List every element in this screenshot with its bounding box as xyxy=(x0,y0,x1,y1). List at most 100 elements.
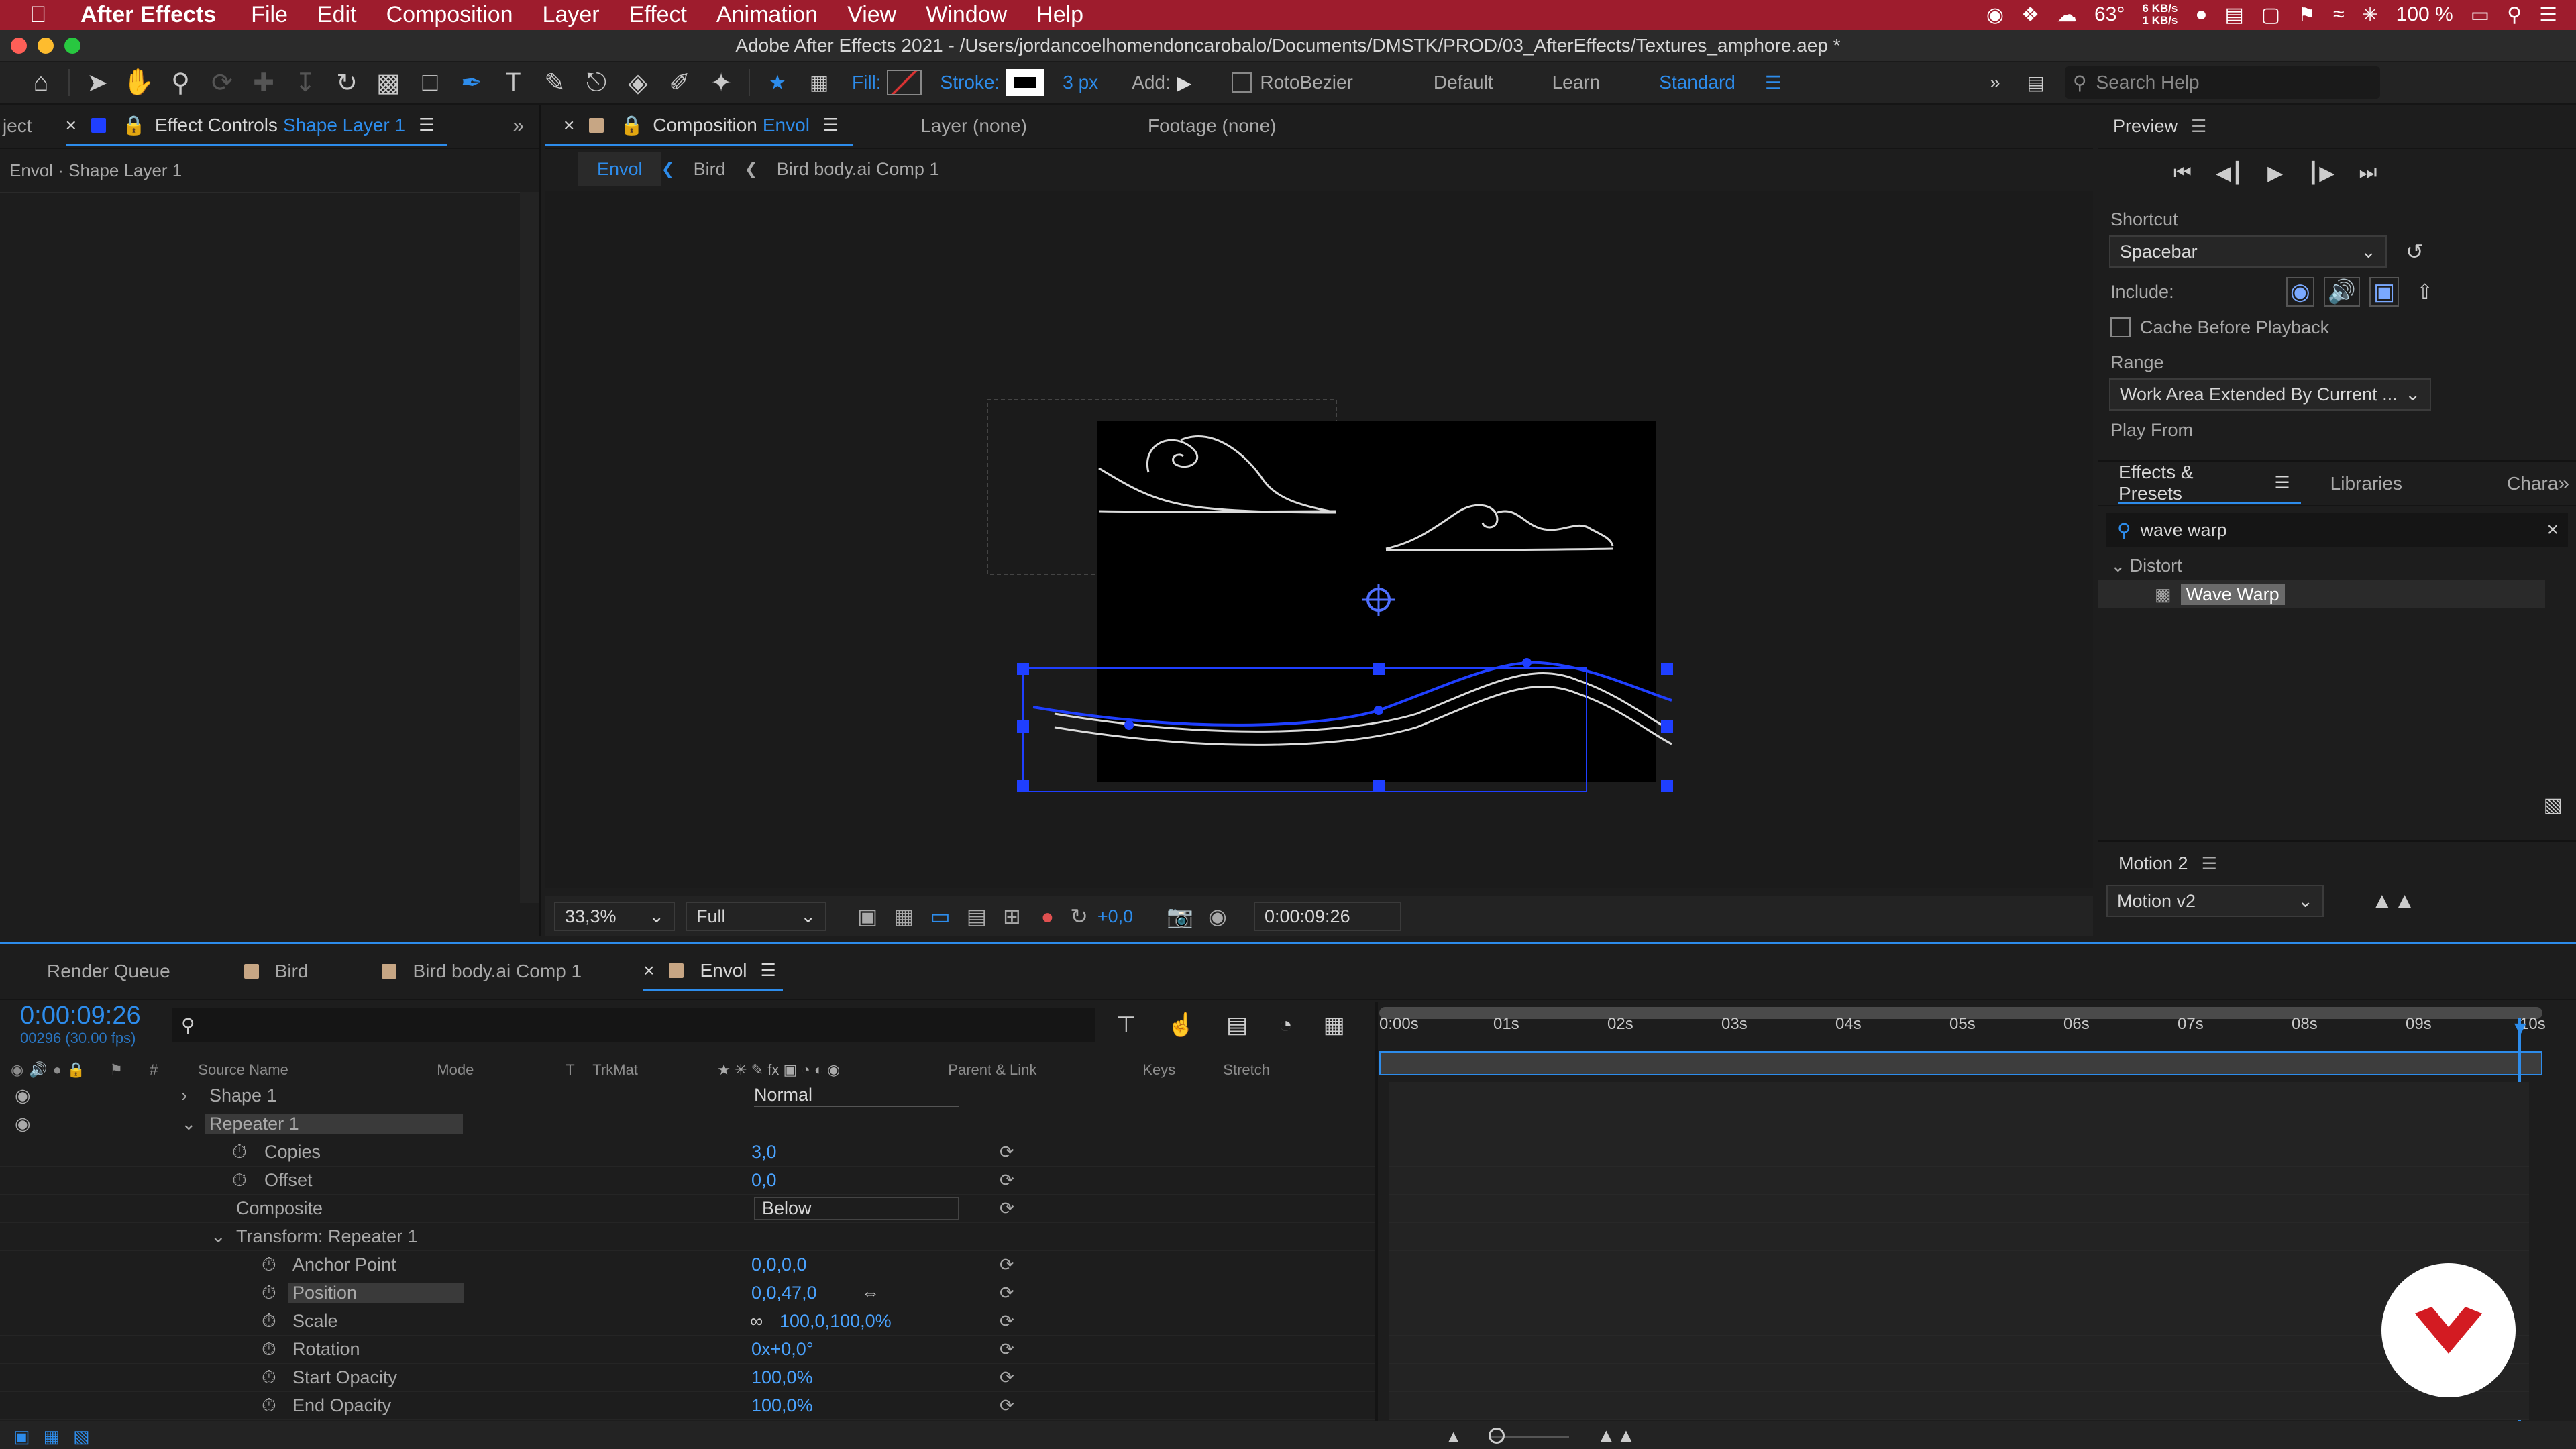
dolly-camera-icon[interactable]: ↧ xyxy=(284,64,326,101)
panel-menu-icon[interactable]: ☰ xyxy=(419,115,434,136)
expand-panels-icon[interactable]: » xyxy=(2558,472,2569,495)
tab-footage[interactable]: Footage (none) xyxy=(1148,106,1276,146)
zoom-in-icon[interactable]: ▲▲ xyxy=(1596,1425,1635,1448)
pick-whip-icon[interactable]: ⟳ xyxy=(1000,1367,1014,1388)
tab-composition[interactable]: × 🔒 Composition Envol ☰ xyxy=(545,106,854,146)
pick-whip-icon[interactable]: ⟳ xyxy=(1000,1198,1014,1219)
cache-before-playback-checkbox[interactable] xyxy=(2110,317,2131,337)
track-row[interactable] xyxy=(1389,1251,2529,1279)
spotlight-icon[interactable]: ⚲ xyxy=(2507,3,2522,27)
flag-icon[interactable]: ⚑ xyxy=(2298,3,2316,27)
tab-effect-controls[interactable]: × 🔒 Effect Controls Shape Layer 1 ☰ xyxy=(65,106,448,146)
video-switch-icon[interactable]: ◉ xyxy=(11,1061,23,1079)
track-row[interactable] xyxy=(1389,1167,2529,1195)
pick-whip-icon[interactable]: ⟳ xyxy=(1000,1283,1014,1303)
panel-menu-icon[interactable]: ☰ xyxy=(2202,853,2217,874)
transparency-grid-icon[interactable]: ▦ xyxy=(894,904,914,929)
pan-behind-tool-icon[interactable]: ▩ xyxy=(368,64,409,101)
zoom-dropdown[interactable]: 33,3% ⌄ xyxy=(554,902,675,931)
tab-layer[interactable]: Layer (none) xyxy=(920,106,1027,146)
dropbox-icon[interactable]: ❖ xyxy=(2021,3,2039,27)
col-t[interactable]: T xyxy=(566,1061,592,1079)
col-parent-link[interactable]: Parent & Link xyxy=(948,1061,1142,1079)
audio-switch-icon[interactable]: 🔊 xyxy=(29,1061,47,1079)
close-icon[interactable]: × xyxy=(643,960,654,981)
motion-version-dropdown[interactable]: Motion v2 ⌄ xyxy=(2106,885,2324,917)
clone-stamp-icon[interactable]: ⎋ xyxy=(576,64,617,101)
table-row[interactable]: ◉ ⌄ Repeater 1 xyxy=(0,1110,1375,1138)
wifi-icon[interactable]: ≈ xyxy=(2333,3,2344,26)
solo-switch-icon[interactable]: ● xyxy=(53,1061,62,1079)
include-audio-icon[interactable]: 🔊 xyxy=(2323,277,2361,307)
transfer-controls-toggle-icon[interactable]: ▦ xyxy=(44,1426,60,1447)
panel-menu-icon[interactable]: ☰ xyxy=(2274,472,2290,493)
table-row[interactable]: ⌄ Transform: Repeater 1 xyxy=(0,1223,1375,1251)
temperature-readout[interactable]: 63° xyxy=(2094,3,2125,26)
pick-whip-icon[interactable]: ⟳ xyxy=(1000,1395,1014,1416)
workspace-default[interactable]: Default xyxy=(1434,72,1493,93)
menu-window[interactable]: Window xyxy=(926,2,1007,28)
pick-whip-icon[interactable]: ⟳ xyxy=(1000,1339,1014,1360)
graph-editor-icon[interactable]: ▦ xyxy=(1324,1012,1345,1038)
track-row[interactable] xyxy=(1389,1082,2529,1110)
stroke-label[interactable]: Stroke: xyxy=(941,72,1000,93)
time-ruler[interactable]: 0:00s 01s 02s 03s 04s 05s 06s 07s 08s 09s 10s xyxy=(1379,1004,2546,1078)
pan-camera-icon[interactable]: ✚ xyxy=(243,64,284,101)
table-row[interactable]: ◉ › Shape 1 Normal xyxy=(0,1082,1375,1110)
track-row[interactable] xyxy=(1389,1195,2529,1223)
pick-whip-icon[interactable]: ⟳ xyxy=(1000,1311,1014,1332)
star-icon[interactable]: ★ xyxy=(757,64,798,101)
expand-workspaces-icon[interactable]: » xyxy=(1990,72,2000,93)
new-folder-icon[interactable]: ▧ xyxy=(2544,794,2563,817)
menu-layer[interactable]: Layer xyxy=(543,2,600,28)
breadcrumb-bird[interactable]: Bird xyxy=(675,152,745,186)
selection-tool-icon[interactable]: ➤ xyxy=(76,64,118,101)
roto-brush-icon[interactable]: ✐ xyxy=(659,64,700,101)
stopwatch-icon[interactable]: ⏱ xyxy=(262,1310,276,1332)
stopwatch-icon[interactable]: ⏱ xyxy=(262,1282,276,1304)
track-row[interactable] xyxy=(1389,1279,2529,1307)
shy-layers-icon[interactable]: ☝ xyxy=(1167,1012,1195,1038)
category-distort[interactable]: ⌄ Distort xyxy=(2098,551,2576,580)
fill-label[interactable]: Fill: xyxy=(852,72,881,93)
apple-icon[interactable]:  xyxy=(30,2,55,28)
menu-animation[interactable]: Animation xyxy=(716,2,818,28)
mask-path-visibility-icon[interactable]: ▭ xyxy=(930,904,950,929)
tab-bird-body-comp[interactable]: Bird body.ai Comp 1 xyxy=(382,951,582,991)
stopwatch-icon[interactable]: ⏱ xyxy=(262,1366,276,1389)
clear-search-icon[interactable]: × xyxy=(2546,519,2559,541)
eraser-tool-icon[interactable]: ◈ xyxy=(617,64,659,101)
composition-canvas[interactable] xyxy=(545,191,2093,888)
track-row[interactable] xyxy=(1389,1307,2529,1336)
frame-blending-icon[interactable]: ▤ xyxy=(1226,1012,1248,1038)
rectangle-tool-icon[interactable]: □ xyxy=(409,64,451,101)
tab-effects-presets[interactable]: Effects & Presets ☰ xyxy=(2118,462,2301,504)
close-window-button[interactable] xyxy=(11,38,27,54)
fill-swatch[interactable] xyxy=(886,70,922,95)
table-row[interactable]: ⏱ Anchor Point 0,0,0,0 ⟳ xyxy=(0,1251,1375,1279)
stopwatch-icon[interactable]: ⏱ xyxy=(262,1338,276,1360)
previous-frame-icon[interactable]: ◀┃ xyxy=(2216,162,2243,185)
eye-icon[interactable]: ◉ xyxy=(15,1114,31,1134)
network-speed[interactable]: 6 KB/s 1 KB/s xyxy=(2142,3,2178,27)
stopwatch-icon[interactable]: ⏱ xyxy=(232,1141,247,1163)
close-icon[interactable]: × xyxy=(66,115,76,136)
zoom-window-button[interactable] xyxy=(64,38,80,54)
channel-icon[interactable]: ● xyxy=(1041,904,1054,929)
brush-tool-icon[interactable]: ✎ xyxy=(534,64,576,101)
last-frame-icon[interactable]: ⏭ xyxy=(2359,162,2377,184)
battery-icon[interactable]: ▭ xyxy=(2471,3,2489,27)
grid-icon[interactable]: ⊞ xyxy=(1003,904,1021,929)
resolution-dropdown[interactable]: Full ⌄ xyxy=(686,902,826,931)
scrollbar[interactable] xyxy=(520,192,539,903)
timeline-search-input[interactable]: ⚲ xyxy=(172,1008,1095,1042)
moon-icon[interactable]: ● xyxy=(2195,3,2207,26)
tab-project[interactable]: ject xyxy=(0,106,32,146)
track-row[interactable] xyxy=(1389,1110,2529,1138)
grid-snap-icon[interactable]: ▦ xyxy=(798,64,840,101)
battery-readout[interactable]: 100 % xyxy=(2396,3,2453,26)
control-center-icon[interactable]: ☰ xyxy=(2539,3,2557,27)
track-row[interactable] xyxy=(1389,1336,2529,1364)
pen-tool-icon[interactable]: ✒ xyxy=(451,64,492,101)
motion-blur-icon[interactable]: ◔ xyxy=(1279,1012,1293,1038)
